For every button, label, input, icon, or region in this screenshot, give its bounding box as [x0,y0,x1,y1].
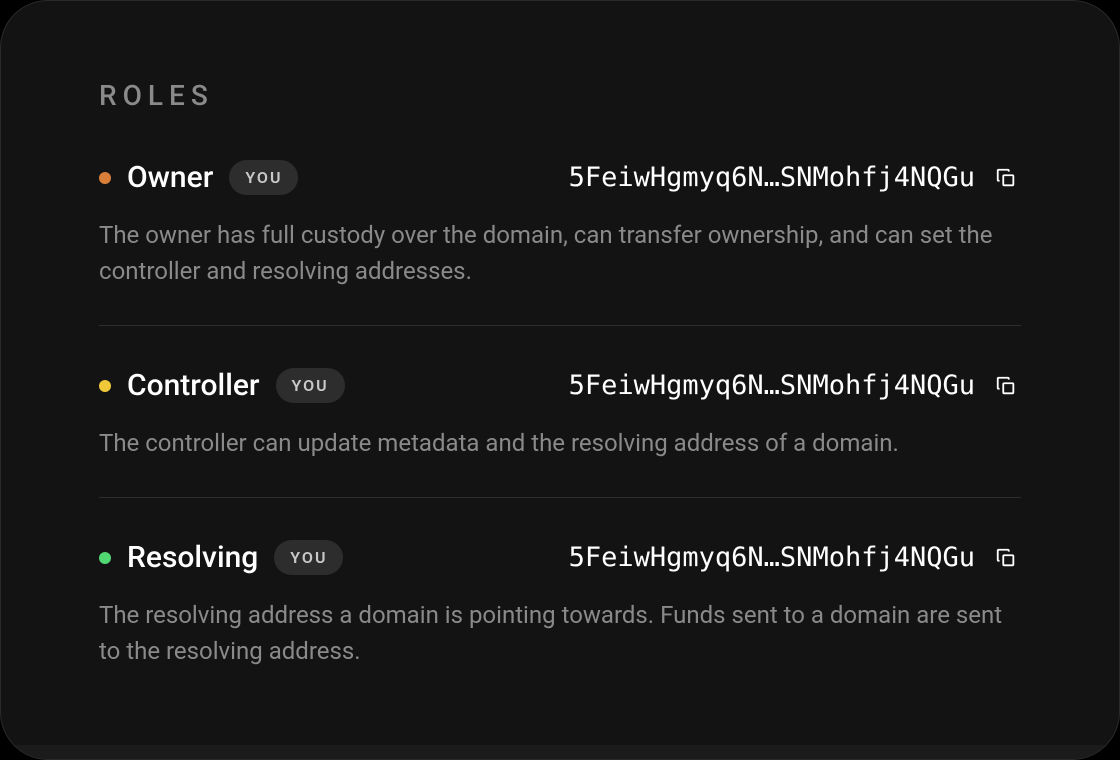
section-title: ROLES [99,79,1021,112]
you-badge: YOU [274,540,343,575]
role-header: Controller YOU 5FeiwHgmyq6N…SNMohfj4NQGu [99,368,1021,403]
role-name: Controller [127,368,260,403]
you-badge: YOU [276,368,345,403]
role-header: Owner YOU 5FeiwHgmyq6N…SNMohfj4NQGu [99,160,1021,195]
divider [99,325,1021,326]
role-left: Owner YOU [99,160,298,195]
role-description: The resolving address a domain is pointi… [99,597,1021,669]
card-body: ROLES Owner YOU 5FeiwHgmyq6N…SNMohfj4NQG… [1,1,1119,745]
role-right: 5FeiwHgmyq6N…SNMohfj4NQGu [569,542,1021,573]
role-name: Owner [127,160,213,195]
role-left: Controller YOU [99,368,345,403]
controller-address: 5FeiwHgmyq6N…SNMohfj4NQGu [569,370,975,401]
copy-button[interactable] [991,163,1021,193]
divider [99,497,1021,498]
copy-icon [995,547,1017,569]
role-left: Resolving YOU [99,540,343,575]
owner-address: 5FeiwHgmyq6N…SNMohfj4NQGu [569,162,975,193]
role-right: 5FeiwHgmyq6N…SNMohfj4NQGu [569,162,1021,193]
role-right: 5FeiwHgmyq6N…SNMohfj4NQGu [569,370,1021,401]
learn-more-link[interactable]: LEARN MORE IN OUR DOCS [1,745,1119,760]
resolving-dot-icon [99,552,111,564]
role-controller: Controller YOU 5FeiwHgmyq6N…SNMohfj4NQGu… [99,368,1021,497]
role-owner: Owner YOU 5FeiwHgmyq6N…SNMohfj4NQGu The … [99,160,1021,325]
copy-button[interactable] [991,371,1021,401]
copy-icon [995,375,1017,397]
role-name: Resolving [127,540,258,575]
owner-dot-icon [99,172,111,184]
role-resolving: Resolving YOU 5FeiwHgmyq6N…SNMohfj4NQGu … [99,540,1021,705]
role-header: Resolving YOU 5FeiwHgmyq6N…SNMohfj4NQGu [99,540,1021,575]
copy-button[interactable] [991,543,1021,573]
copy-icon [995,167,1017,189]
role-description: The controller can update metadata and t… [99,425,1021,461]
roles-card: ROLES Owner YOU 5FeiwHgmyq6N…SNMohfj4NQG… [0,0,1120,760]
you-badge: YOU [229,160,298,195]
resolving-address: 5FeiwHgmyq6N…SNMohfj4NQGu [569,542,975,573]
role-description: The owner has full custody over the doma… [99,217,1021,289]
controller-dot-icon [99,380,111,392]
